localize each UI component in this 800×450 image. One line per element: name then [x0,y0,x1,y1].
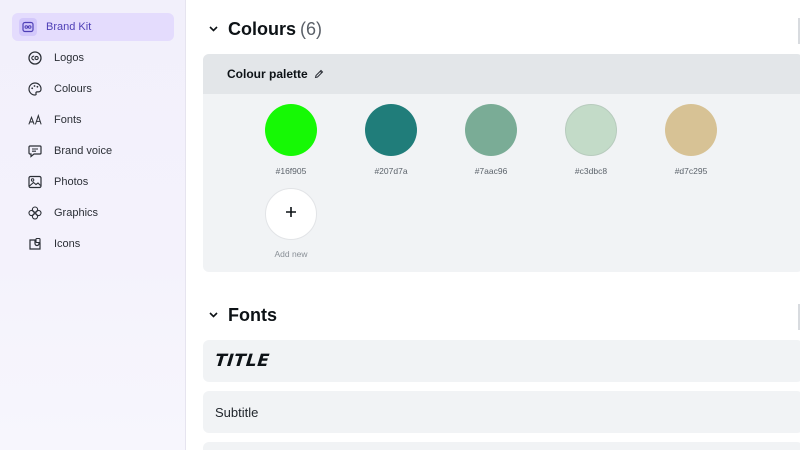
swatch-hex-label: #207d7a [374,166,408,176]
chevron-down-icon[interactable] [209,310,219,320]
font-row-title[interactable]: TITLE [203,340,800,382]
plus-icon [285,205,297,223]
section-count: (6) [300,18,323,39]
sidebar-item-photos[interactable]: Photos [12,168,174,196]
logo-icon [28,51,42,65]
pencil-icon[interactable] [314,69,324,79]
icons-icon [28,237,42,251]
sidebar-item-brand-voice[interactable]: Brand voice [12,137,174,165]
colour-swatch[interactable] [465,104,517,156]
swatch-hex-label: #7aac96 [474,166,508,176]
sidebar-item-colours[interactable]: Colours [12,75,174,103]
sidebar-item-logos[interactable]: Logos [12,44,174,72]
swatch-hex-label: #d7c295 [674,166,708,176]
sidebar-item-label: Logos [54,52,84,64]
section-title: Colours [228,18,297,39]
sidebar-item-label: Photos [54,176,89,188]
fonts-section-header[interactable]: Fonts [209,304,277,326]
font-sample-title: TITLE [213,351,271,371]
swatch-hex-label: #16f905 [275,166,307,176]
sidebar-item-label: Colours [54,83,92,95]
font-sample-subtitle: Subtitle [215,404,259,420]
colour-swatch[interactable] [365,104,417,156]
font-row-body[interactable] [203,442,800,450]
font-row-subtitle[interactable]: Subtitle [203,391,800,433]
chevron-down-icon[interactable] [209,24,219,34]
sidebar-item-fonts[interactable]: Fonts [12,106,174,134]
palette-icon [28,82,42,96]
colour-swatch[interactable] [665,104,717,156]
photo-icon [28,175,42,189]
swatch-hex-label: #c3dbc8 [574,166,608,176]
palette-header: Colour palette [203,54,800,94]
sidebar: Brand Kit Logos Colours Fonts Brand voic… [0,0,186,450]
colours-section-header[interactable]: Colours (6) [209,18,322,40]
sidebar-item-label: Brand voice [54,145,113,157]
section-title: Fonts [228,304,277,325]
sidebar-item-label: Icons [54,238,81,250]
add-new-label: Add new [274,249,308,259]
sidebar-item-brand-kit[interactable]: Brand Kit [12,13,174,41]
sidebar-item-label: Fonts [54,114,82,126]
brand-voice-icon [28,144,42,158]
font-icon [28,113,42,127]
graphics-icon [28,206,42,220]
add-colour-button[interactable] [265,188,317,240]
colour-swatch[interactable] [565,104,617,156]
main-content: Colours (6) Colour palette #16f905 #207d… [187,0,800,450]
sidebar-item-label: Graphics [54,207,99,219]
colour-swatch[interactable] [265,104,317,156]
sidebar-item-label: Brand Kit [46,21,92,33]
sidebar-item-icons[interactable]: Icons [12,230,174,258]
brand-kit-icon [19,18,37,36]
palette-name[interactable]: Colour palette [227,67,308,81]
sidebar-item-graphics[interactable]: Graphics [12,199,174,227]
colour-palette-card: Colour palette #16f905 #207d7a #7aac96 #… [203,54,800,272]
